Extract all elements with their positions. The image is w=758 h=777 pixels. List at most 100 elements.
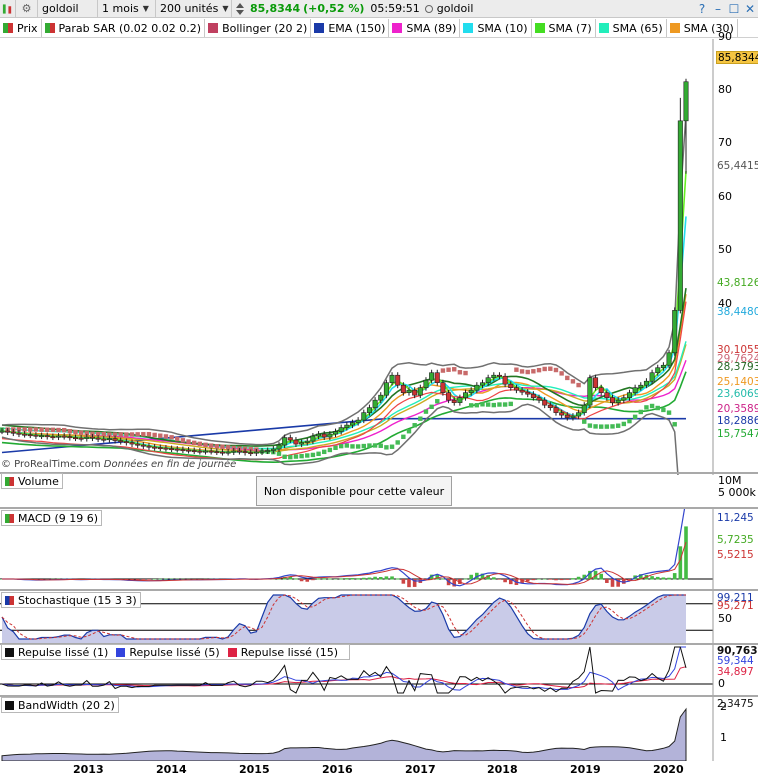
legend-item-sma10[interactable]: SMA (10) <box>460 19 532 37</box>
price-candle <box>423 379 429 388</box>
price-candle <box>672 310 678 354</box>
sar-dot <box>39 427 44 432</box>
price-candle <box>123 441 129 444</box>
legend-item-sma7[interactable]: SMA (7) <box>532 19 596 37</box>
price-candle <box>259 450 265 453</box>
price-candle <box>349 422 355 426</box>
price-candle <box>333 431 339 435</box>
sar-dot <box>327 447 333 453</box>
price-candle <box>248 452 254 455</box>
macd-histogram-bar <box>684 526 688 580</box>
price-candle <box>186 449 192 452</box>
price-candle <box>638 384 644 388</box>
bandwidth-area <box>1 707 687 761</box>
macd-histogram-bar <box>537 578 541 580</box>
sar-dot <box>418 416 423 421</box>
price-candle <box>553 407 559 413</box>
legend-item-sma89[interactable]: SMA (89) <box>389 19 461 37</box>
symbol-selector[interactable]: goldoil <box>38 0 98 18</box>
macd-histogram-bar <box>333 578 338 580</box>
price-candle <box>78 437 84 440</box>
legend-item-repulse-15[interactable]: Repulse lissé (15) <box>227 646 338 659</box>
stoch-pane-label[interactable]: Stochastique (15 3 3) <box>1 592 141 608</box>
close-icon[interactable]: ✕ <box>742 2 758 16</box>
sar-dot <box>367 443 372 448</box>
price-candle <box>140 444 146 447</box>
sar-dot <box>73 429 78 435</box>
macd-histogram-bar <box>610 579 615 587</box>
period-dropdown[interactable]: 1 mois ▼ <box>98 0 156 18</box>
price-candle <box>146 445 152 448</box>
macd-histogram-bar <box>322 578 327 580</box>
macd-histogram-bar <box>378 577 383 580</box>
sar-dot <box>627 418 632 424</box>
sar-dot <box>570 379 576 384</box>
legend-item-repulse-5[interactable]: Repulse lissé (5) <box>116 646 220 659</box>
sar-dot <box>468 403 474 408</box>
sar-dot <box>389 444 395 449</box>
legend-label: Prix <box>17 21 38 35</box>
pane-separator[interactable] <box>0 472 758 474</box>
price-candle <box>33 434 39 437</box>
sar-dot <box>525 369 530 375</box>
volume-pane-label[interactable]: Volume <box>1 473 63 489</box>
sar-dot <box>180 438 186 443</box>
macd-pane-label[interactable]: MACD (9 19 6) <box>1 510 103 526</box>
legend-item-ema150[interactable]: EMA (150) <box>311 19 390 37</box>
price-candle <box>383 382 389 396</box>
legend-item-sar[interactable]: Parab SAR (0.02 0.02 0.2) <box>42 19 206 37</box>
units-dropdown[interactable]: 200 unités ▼ <box>156 0 232 18</box>
macd-histogram-bar <box>384 576 389 580</box>
repulse-pane-label: Repulse lissé (1) Repulse lissé (5) Repu… <box>1 644 351 660</box>
macd-histogram-bar <box>316 578 321 580</box>
macd-histogram-bar <box>311 579 315 581</box>
macd-histogram-bar <box>152 578 157 580</box>
sar-dot <box>33 427 39 432</box>
sar-dot <box>322 449 327 455</box>
sar-dot <box>446 367 451 372</box>
legend-item-sma65[interactable]: SMA (65) <box>596 19 667 37</box>
price-candle <box>152 446 158 449</box>
macd-histogram-bar <box>441 578 445 580</box>
price-candle <box>598 387 604 393</box>
price-candle <box>5 430 11 433</box>
price-candle <box>361 412 367 421</box>
sma7-tag: 43,8126 <box>717 277 758 289</box>
price-candle <box>236 450 242 453</box>
chart-type-icon[interactable] <box>0 0 16 18</box>
sar-dot <box>203 442 208 448</box>
window-buttons: ? – ☐ ✕ <box>694 0 758 18</box>
sar-dot <box>56 427 61 433</box>
legend-item-bollinger[interactable]: Bollinger (20 2) <box>205 19 312 37</box>
last-price-tag: 85,8344 <box>716 51 758 64</box>
copyright-text: © ProRealTime.com <box>1 459 101 470</box>
legend-label: EMA (150) <box>328 21 386 35</box>
macd-chart[interactable] <box>0 509 758 589</box>
help-icon[interactable]: ? <box>694 2 710 16</box>
macd-histogram-bar <box>367 577 372 580</box>
sar-dot <box>457 370 463 375</box>
minimize-icon[interactable]: – <box>710 2 726 16</box>
maximize-icon[interactable]: ☐ <box>726 2 742 16</box>
bandwidth-label: BandWidth (20 2) <box>18 698 115 712</box>
sar-dot <box>384 445 389 450</box>
price-candle <box>683 81 689 122</box>
legend-item-repulse-1[interactable]: Repulse lissé (1) <box>5 646 108 659</box>
sar-dot <box>22 427 27 432</box>
legend-item-price[interactable]: Prix <box>0 19 42 37</box>
price-axis-tick: 70 <box>718 136 732 149</box>
settings-icon[interactable]: ⚙ <box>16 0 38 18</box>
price-candle <box>632 387 638 393</box>
price-chart[interactable] <box>0 39 758 475</box>
price-candle <box>101 438 107 441</box>
bandwidth-pane-label[interactable]: BandWidth (20 2) <box>1 697 119 713</box>
price-candle <box>22 433 28 436</box>
price-candle <box>112 438 118 441</box>
macd-histogram-bar <box>531 579 536 581</box>
sar-dot <box>644 405 649 410</box>
price-candle <box>180 449 186 452</box>
bandwidth-axis-tick: 2 <box>720 700 727 713</box>
sar-dot <box>141 432 146 437</box>
sar-dot <box>576 382 581 388</box>
price-candle <box>372 399 378 408</box>
